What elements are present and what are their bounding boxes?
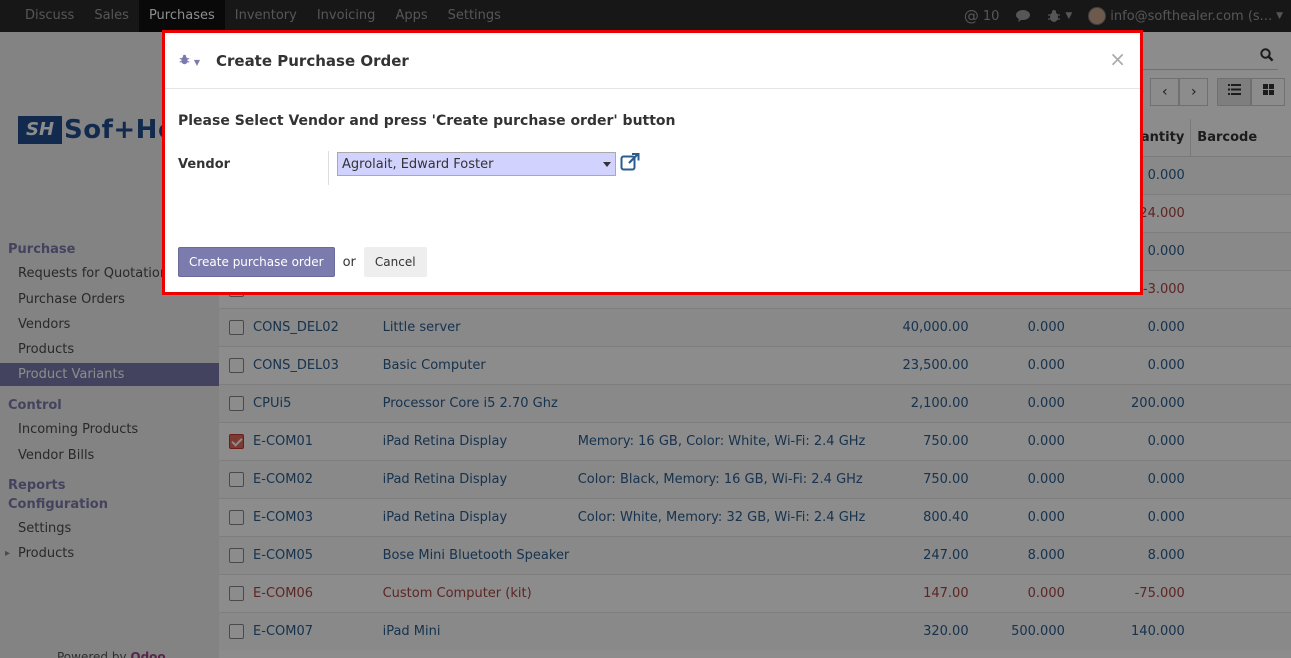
dialog-header: ▼ Create Purchase Order bbox=[165, 33, 1140, 89]
bug-icon[interactable]: ▼ bbox=[179, 54, 200, 68]
external-link-icon[interactable] bbox=[620, 153, 640, 191]
vendor-field-row: Vendor Agrolait, Edward Foster bbox=[178, 151, 1127, 191]
dialog-title: Create Purchase Order bbox=[215, 51, 409, 70]
vendor-select-value: Agrolait, Edward Foster bbox=[342, 156, 494, 172]
dialog-instruction: Please Select Vendor and press 'Create p… bbox=[178, 113, 676, 129]
vendor-label: Vendor bbox=[178, 157, 231, 172]
vendor-select[interactable]: Agrolait, Edward Foster bbox=[337, 152, 616, 176]
caret-down-icon bbox=[603, 162, 611, 167]
dialog-body: Please Select Vendor and press 'Create p… bbox=[165, 89, 1140, 191]
dialog-footer: Create purchase order or Cancel bbox=[178, 247, 427, 277]
field-divider bbox=[328, 151, 329, 185]
create-purchase-order-dialog: ▼ Create Purchase Order × Please Select … bbox=[162, 30, 1143, 295]
create-purchase-order-button[interactable]: Create purchase order bbox=[178, 247, 335, 277]
cancel-button[interactable]: Cancel bbox=[363, 247, 427, 277]
or-text: or bbox=[342, 254, 356, 270]
close-icon[interactable]: × bbox=[1109, 47, 1126, 71]
